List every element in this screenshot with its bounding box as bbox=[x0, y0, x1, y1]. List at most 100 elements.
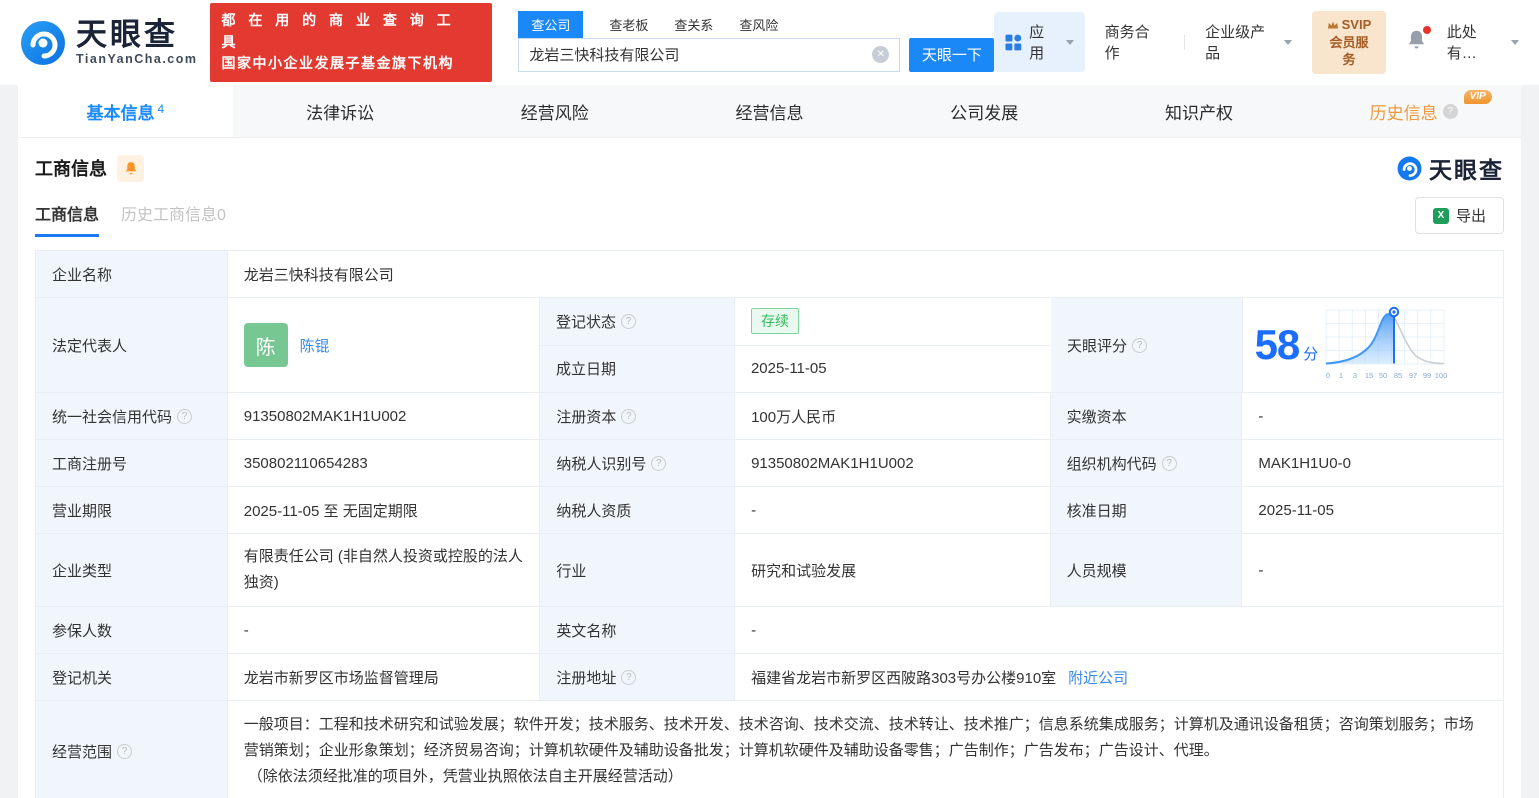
tab-intellectual-property[interactable]: 知识产权 bbox=[1092, 85, 1307, 137]
export-label: 导出 bbox=[1455, 208, 1486, 225]
tab-operation-risk[interactable]: 经营风险 bbox=[447, 85, 662, 137]
reg-capital-value: 100万人民币 bbox=[735, 393, 1051, 440]
reg-status-label: 登记状态 ? bbox=[539, 298, 735, 346]
nav-enterprise-products[interactable]: 企业级产品 bbox=[1205, 21, 1293, 63]
help-icon[interactable]: ? bbox=[620, 313, 636, 329]
english-name-label: 英文名称 bbox=[540, 607, 736, 654]
table-row: 工商注册号 350802110654283 纳税人识别号 ? 91350802M… bbox=[36, 440, 1504, 487]
subtab-business-info[interactable]: 工商信息 bbox=[35, 201, 100, 237]
search-tabs: 查公司 查老板 查关系 查风险 bbox=[518, 10, 994, 38]
tab-legal-litigation[interactable]: 法律诉讼 bbox=[233, 85, 448, 137]
business-term-value: 2025-11-05 至 无固定期限 bbox=[227, 487, 541, 534]
apps-grid-icon bbox=[1005, 34, 1022, 51]
search-tab-boss[interactable]: 查老板 bbox=[609, 11, 648, 38]
table-row: 参保人数 - 英文名称 - bbox=[36, 607, 1503, 654]
score-value: 58 bbox=[1254, 321, 1301, 368]
reg-address-text: 福建省龙岩市新罗区西陂路303号办公楼910室 bbox=[751, 669, 1057, 687]
table-row: 企业类型 有限责任公司 (非自然人投资或控股的法人独资) 行业 研究和试验发展 … bbox=[36, 534, 1504, 607]
help-icon[interactable]: ? bbox=[1131, 337, 1147, 353]
reg-address-label-text: 注册地址 bbox=[556, 669, 617, 687]
english-name-value: - bbox=[735, 607, 1503, 654]
search-input[interactable] bbox=[529, 46, 873, 63]
logo-title: 天眼查 bbox=[76, 17, 178, 53]
score-label: 天眼评分 ? bbox=[1050, 298, 1243, 393]
insured-count-label: 参保人数 bbox=[36, 607, 228, 654]
nearby-companies-link[interactable]: 附近公司 bbox=[1068, 667, 1128, 688]
search-tab-risk[interactable]: 查风险 bbox=[739, 11, 778, 38]
tab-operation-info[interactable]: 经营信息 bbox=[662, 85, 877, 137]
apps-label: 应用 bbox=[1029, 24, 1045, 63]
tick-97: 97 bbox=[1409, 371, 1417, 380]
reg-capital-label-text: 注册资本 bbox=[556, 408, 617, 426]
legal-rep-cell: 陈 陈锟 bbox=[227, 298, 540, 393]
search-tab-company[interactable]: 查公司 bbox=[518, 10, 584, 38]
chevron-down-icon bbox=[1511, 39, 1519, 45]
business-term-label: 营业期限 bbox=[36, 487, 228, 534]
table-row: 登记机关 龙岩市新罗区市场监督管理局 注册地址 ? 福建省龙岩市新罗区西陂路30… bbox=[36, 654, 1503, 701]
slogan-line2: 国家中小企业发展子基金旗下机构 bbox=[221, 55, 454, 72]
help-icon[interactable]: ? bbox=[177, 408, 193, 424]
business-info-table: 企业名称 龙岩三快科技有限公司 法定代表人 陈 陈锟 登记状态 ? 存续 成立日… bbox=[35, 250, 1504, 798]
reg-address-label: 注册地址 ? bbox=[540, 654, 736, 701]
subtab-history-label: 历史工商信息 bbox=[121, 207, 218, 224]
search-button[interactable]: 天眼一下 bbox=[909, 37, 995, 72]
score-cell[interactable]: 58 分 0 1 3 15 50 85 97 99 100 bbox=[1242, 298, 1503, 393]
reg-status-value: 存续 bbox=[734, 298, 1051, 346]
taxpayer-id-label-text: 纳税人识别号 bbox=[556, 455, 647, 473]
search-tab-relation[interactable]: 查关系 bbox=[674, 11, 713, 38]
table-row: 营业期限 2025-11-05 至 无固定期限 纳税人资质 - 核准日期 202… bbox=[36, 487, 1504, 534]
reg-authority-label: 登记机关 bbox=[36, 654, 228, 701]
svip-member-button[interactable]: SVIP 会员服务 bbox=[1312, 11, 1386, 74]
top-header: 天眼查 TianYanCha.com 都 在 用 的 商 业 查 询 工 具 国… bbox=[0, 0, 1539, 85]
taxpayer-id-value: 91350802MAK1H1U002 bbox=[735, 440, 1051, 487]
tianyancha-eye-icon bbox=[1397, 156, 1422, 180]
org-code-value: MAK1H1U0-0 bbox=[1242, 440, 1504, 487]
legal-rep-link[interactable]: 陈锟 bbox=[300, 335, 330, 356]
help-icon[interactable]: ? bbox=[651, 455, 667, 471]
excel-icon: X bbox=[1432, 207, 1449, 224]
legal-rep-avatar[interactable]: 陈 bbox=[243, 323, 288, 367]
score-distribution-chart: 0 1 3 15 50 85 97 99 100 bbox=[1325, 306, 1448, 380]
table-row: 企业名称 龙岩三快科技有限公司 bbox=[36, 251, 1503, 298]
credit-code-label-text: 统一社会信用代码 bbox=[52, 408, 173, 426]
help-icon[interactable]: ? bbox=[1442, 103, 1458, 119]
site-logo[interactable]: 天眼查 TianYanCha.com bbox=[20, 19, 198, 66]
notifications-button[interactable] bbox=[1406, 25, 1431, 56]
tick-85: 85 bbox=[1394, 371, 1402, 380]
tab-company-development[interactable]: 公司发展 bbox=[877, 85, 1092, 137]
tab-basic-info-label: 基本信息 bbox=[86, 103, 155, 123]
export-button[interactable]: X 导出 bbox=[1414, 197, 1504, 234]
company-name-label: 企业名称 bbox=[36, 251, 228, 298]
clear-search-icon[interactable]: ✕ bbox=[872, 46, 890, 63]
apps-menu[interactable]: 应用 bbox=[994, 12, 1085, 73]
help-icon[interactable]: ? bbox=[621, 669, 637, 685]
svip-sublabel: 会员服务 bbox=[1329, 34, 1369, 68]
tianyancha-eye-icon bbox=[21, 20, 65, 65]
subscribe-bell-button[interactable] bbox=[117, 154, 144, 182]
org-code-label: 组织机构代码 ? bbox=[1050, 440, 1243, 487]
slogan-badge: 都 在 用 的 商 业 查 询 工 具 国家中小企业发展子基金旗下机构 bbox=[209, 2, 493, 83]
tianyancha-page: 天眼查 TianYanCha.com 都 在 用 的 商 业 查 询 工 具 国… bbox=[0, 0, 1539, 798]
table-row: 成立日期 2025-11-05 bbox=[539, 345, 1051, 393]
user-menu[interactable]: 此处有… bbox=[1447, 21, 1519, 63]
tick-50: 50 bbox=[1379, 371, 1387, 380]
help-icon[interactable]: ? bbox=[621, 408, 637, 424]
business-scope-label-text: 经营范围 bbox=[52, 743, 113, 761]
help-icon[interactable]: ? bbox=[117, 743, 133, 759]
paid-capital-value: - bbox=[1242, 393, 1504, 440]
staff-size-label: 人员规模 bbox=[1050, 534, 1243, 607]
tab-history-info[interactable]: VIP 历史信息 ? bbox=[1306, 85, 1521, 137]
business-scope-note: （除依法须经批准的项目外，凭营业执照依法自主开展经营活动） bbox=[247, 768, 683, 785]
nav-business-coop[interactable]: 商务合作 bbox=[1105, 21, 1164, 63]
card-body: 工商信息 天眼查 工商信息 历史工商信息0 X 导出 企业名称 龙岩三快科技有限… bbox=[18, 138, 1521, 798]
user-menu-label: 此处有… bbox=[1446, 24, 1477, 63]
chevron-down-icon bbox=[1065, 39, 1074, 45]
help-icon[interactable]: ? bbox=[1161, 455, 1177, 471]
section-tabbar: 基本信息 4 法律诉讼 经营风险 经营信息 公司发展 知识产权 VIP 历史信息 … bbox=[18, 85, 1521, 138]
subtab-history-business-info[interactable]: 历史工商信息0 bbox=[121, 201, 226, 237]
taxpayer-quality-value: - bbox=[735, 487, 1051, 534]
logo-subtitle: TianYanCha.com bbox=[76, 52, 198, 67]
tab-basic-info[interactable]: 基本信息 4 bbox=[18, 85, 233, 137]
section-title: 工商信息 bbox=[35, 159, 107, 179]
approval-date-value: 2025-11-05 bbox=[1242, 487, 1504, 534]
